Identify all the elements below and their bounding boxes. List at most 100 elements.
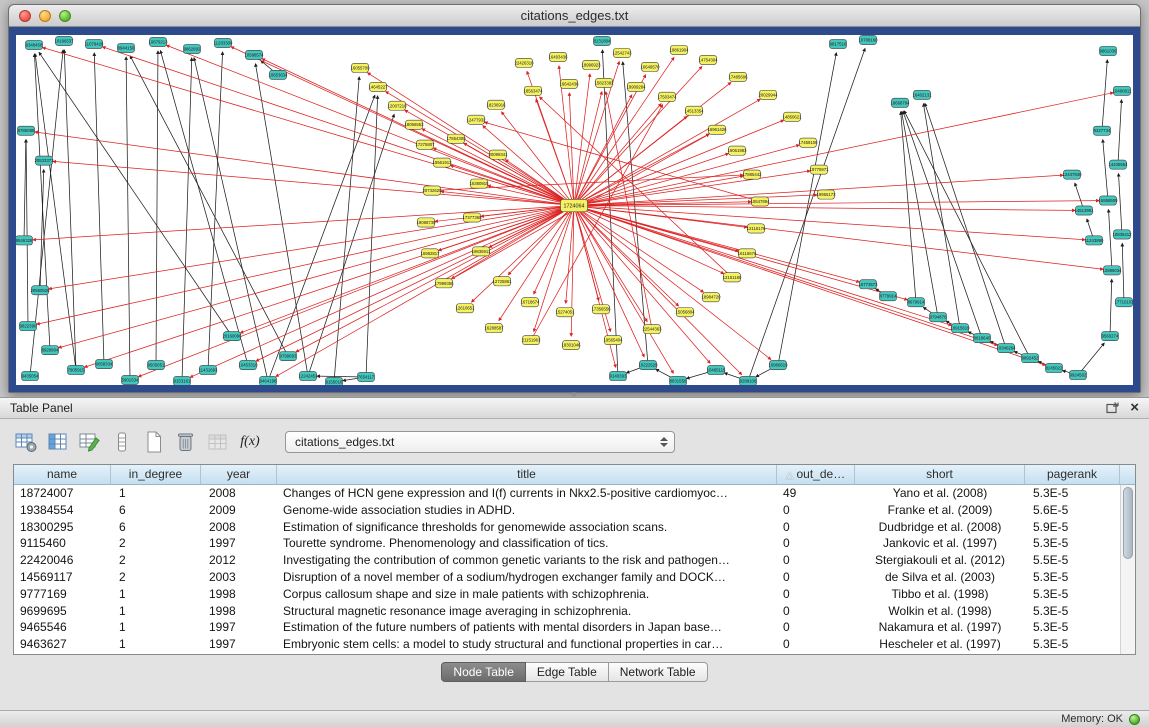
network-edge[interactable]: [574, 206, 742, 375]
network-node[interactable]: 19565404: [603, 336, 623, 345]
network-edge[interactable]: [778, 53, 836, 365]
network-node[interactable]: 20560528: [30, 286, 50, 295]
network-node[interactable]: 17999356: [434, 279, 454, 288]
table-cell[interactable]: 5.9E-5: [1025, 519, 1120, 536]
network-node[interactable]: 12725861: [492, 277, 512, 286]
network-node[interactable]: 8618640: [974, 334, 991, 343]
network-node[interactable]: 18984720: [701, 293, 721, 302]
table-cell[interactable]: 9465546: [14, 619, 111, 636]
network-node[interactable]: 16055709: [350, 63, 370, 72]
delete-column-button[interactable]: [173, 429, 199, 455]
network-node[interactable]: 17710103: [1114, 298, 1133, 307]
table-row[interactable]: 911546021997Tourette syndrome. Phenomeno…: [14, 535, 1135, 552]
network-node[interactable]: 9058334: [96, 359, 113, 368]
network-node[interactable]: 10708160: [858, 35, 878, 44]
network-node[interactable]: 11243890: [1085, 236, 1104, 245]
network-edge[interactable]: [1102, 60, 1107, 131]
zoom-button[interactable]: [59, 10, 71, 22]
network-edge[interactable]: [574, 206, 1103, 270]
network-node[interactable]: 16380915: [469, 179, 489, 188]
network-edge[interactable]: [26, 140, 28, 326]
network-node[interactable]: 12116176: [747, 224, 766, 233]
table-cell[interactable]: 5.3E-5: [1025, 485, 1120, 502]
float-panel-button[interactable]: [1104, 401, 1120, 415]
table-cell[interactable]: 1: [111, 586, 201, 603]
network-node[interactable]: 9892452: [1022, 353, 1039, 362]
network-edge[interactable]: [1119, 174, 1122, 235]
network-node[interactable]: 16961426: [707, 125, 727, 134]
network-node[interactable]: 15958509: [1098, 196, 1118, 205]
table-cell[interactable]: 0: [777, 569, 855, 586]
network-node[interactable]: 18775971: [809, 165, 829, 174]
table-cell[interactable]: 2: [111, 535, 201, 552]
table-cell[interactable]: 0: [777, 552, 855, 569]
table-row[interactable]: 969969511998Structural magnetic resonanc…: [14, 603, 1135, 620]
network-node[interactable]: 11431693: [199, 365, 218, 374]
network-node[interactable]: 10653634: [268, 70, 288, 79]
network-node[interactable]: 18301046: [561, 341, 581, 350]
column-header-short[interactable]: short: [855, 465, 1025, 484]
table-cell[interactable]: 9463627: [14, 636, 111, 653]
column-header-out-degree[interactable]: △out_de…: [777, 465, 855, 484]
network-node[interactable]: 9435054: [22, 371, 39, 380]
table-cell[interactable]: Franke et al. (2009): [855, 502, 1025, 519]
table-cell[interactable]: 1997: [201, 619, 277, 636]
network-node[interactable]: 14435554: [1108, 160, 1128, 169]
network-edge[interactable]: [574, 206, 771, 360]
network-node[interactable]: 9464198: [260, 376, 277, 385]
network-node[interactable]: 16982817: [420, 249, 440, 258]
table-cell[interactable]: 1: [111, 636, 201, 653]
network-node[interactable]: 17459100: [798, 138, 818, 147]
table-cell[interactable]: Changes of HCN gene expression and I(f) …: [277, 485, 777, 502]
network-node[interactable]: 16402131: [912, 90, 932, 99]
network-node[interactable]: 12542743: [612, 48, 632, 57]
network-edge[interactable]: [366, 96, 378, 377]
network-edge[interactable]: [103, 47, 574, 206]
network-node[interactable]: 10453310: [238, 360, 258, 369]
table-cell[interactable]: Yano et al. (2008): [855, 485, 1025, 502]
table-cell[interactable]: 19384554: [14, 502, 111, 519]
table-cell[interactable]: Dudbridge et al. (2008): [855, 519, 1025, 536]
network-edge[interactable]: [37, 206, 574, 325]
network-node[interactable]: 8831558: [670, 376, 687, 385]
network-node[interactable]: 8131804: [594, 36, 611, 45]
network-edge[interactable]: [574, 206, 1075, 211]
table-row[interactable]: 946554611997Estimation of the future num…: [14, 619, 1135, 636]
tab-network-table[interactable]: Network Table: [609, 662, 708, 682]
network-edge[interactable]: [40, 170, 44, 291]
network-node[interactable]: 20533373: [34, 156, 54, 165]
network-edge[interactable]: [1109, 209, 1112, 270]
table-cell[interactable]: 18300295: [14, 519, 111, 536]
table-cell[interactable]: 6: [111, 502, 201, 519]
import-table-button[interactable]: [205, 429, 231, 455]
network-node[interactable]: 16649570: [640, 62, 660, 71]
network-node[interactable]: 20732625: [422, 186, 442, 195]
network-node[interactable]: 17377368: [462, 213, 482, 222]
network-node[interactable]: 8786089: [18, 126, 35, 135]
network-node[interactable]: 15561913: [432, 158, 452, 167]
vertical-scrollbar[interactable]: [1120, 485, 1135, 654]
network-edge[interactable]: [138, 206, 574, 377]
close-panel-button[interactable]: ×: [1130, 401, 1139, 415]
table-cell[interactable]: Disruption of a novel member of a sodium…: [277, 569, 777, 586]
table-cell[interactable]: 1997: [201, 636, 277, 653]
network-node[interactable]: 10465115: [707, 365, 726, 374]
table-cell[interactable]: Stergiakouli et al. (2012): [855, 552, 1025, 569]
network-node[interactable]: 10835412: [1112, 230, 1132, 239]
table-cell[interactable]: 0: [777, 586, 855, 603]
network-node[interactable]: 12886034: [1102, 266, 1122, 275]
network-node[interactable]: 18056553: [404, 120, 424, 129]
network-node[interactable]: 20160096: [222, 332, 242, 341]
network-node[interactable]: 22544363: [642, 325, 662, 334]
network-edge[interactable]: [1122, 243, 1124, 302]
table-cell[interactable]: 5.3E-5: [1025, 603, 1120, 620]
table-row[interactable]: 977716911998Corpus callosum shape and si…: [14, 586, 1135, 603]
network-node[interactable]: 17503474: [657, 92, 677, 101]
row-tools-button[interactable]: [109, 429, 135, 455]
table-cell[interactable]: 9699695: [14, 603, 111, 620]
column-header-in-degree[interactable]: in_degree: [111, 465, 201, 484]
network-node[interactable]: 9155018: [326, 377, 343, 385]
network-node[interactable]: 9794870: [930, 313, 947, 322]
table-cell[interactable]: 2: [111, 552, 201, 569]
network-node[interactable]: 10647894: [750, 197, 770, 206]
